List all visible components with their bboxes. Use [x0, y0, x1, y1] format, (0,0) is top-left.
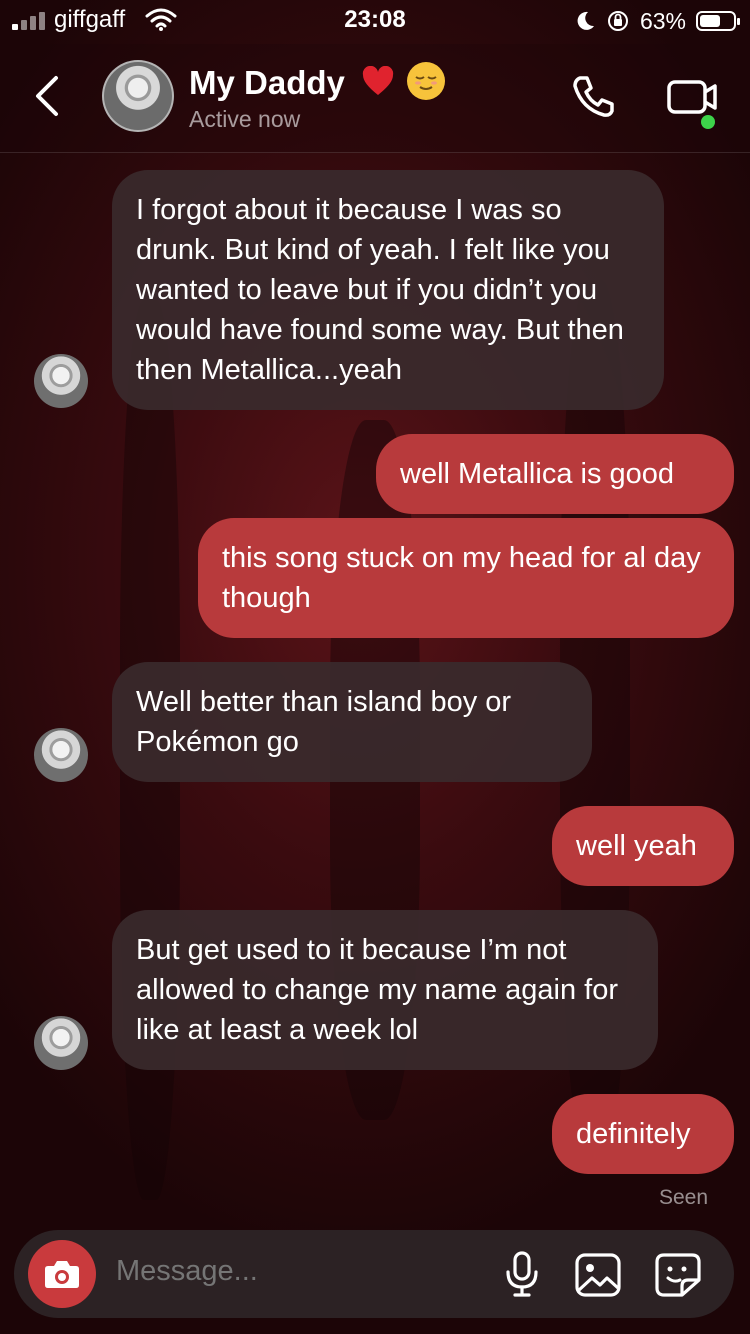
phone-icon[interactable] [570, 72, 618, 120]
moon-icon [577, 11, 594, 30]
outgoing-message[interactable]: definitely [552, 1094, 734, 1174]
incoming-message[interactable]: I forgot about it because I was so drunk… [112, 170, 664, 410]
message-input[interactable] [114, 1254, 478, 1289]
sender-avatar[interactable] [34, 354, 88, 408]
chat-header: My Daddy Active now [0, 44, 750, 153]
contact-name: My Daddy [189, 64, 345, 101]
incoming-message[interactable]: But get used to it because I’m not allow… [112, 910, 658, 1070]
outgoing-message[interactable]: well Metallica is good [376, 434, 734, 514]
contact-name-row[interactable]: My Daddy [189, 62, 446, 102]
contact-avatar[interactable] [102, 60, 174, 132]
incoming-message[interactable]: Well better than island boy or Pokémon g… [112, 662, 592, 782]
video-call-icon[interactable] [666, 72, 718, 120]
battery-percent: 63% [639, 7, 686, 34]
online-indicator [701, 115, 715, 129]
sender-avatar[interactable] [34, 1016, 88, 1070]
back-chevron-icon[interactable] [28, 72, 68, 120]
gallery-icon[interactable] [574, 1252, 622, 1298]
message-composer [14, 1230, 734, 1318]
sticker-icon[interactable] [654, 1252, 702, 1298]
orientation-lock-icon [607, 11, 628, 31]
battery-icon [696, 11, 740, 31]
active-status: Active now [189, 106, 301, 132]
status-bar: giffgaff 23:08 63% [0, 0, 750, 44]
sender-avatar[interactable] [34, 728, 88, 782]
camera-icon [45, 1261, 79, 1288]
seen-receipt: Seen [658, 1186, 708, 1209]
red-heart-emoji [362, 66, 394, 95]
outgoing-message[interactable]: well yeah [552, 806, 734, 886]
relieved-face-emoji [407, 62, 446, 100]
outgoing-message[interactable]: this song stuck on my head for al day th… [198, 518, 734, 638]
microphone-icon[interactable] [502, 1250, 542, 1298]
camera-button[interactable] [28, 1240, 96, 1308]
